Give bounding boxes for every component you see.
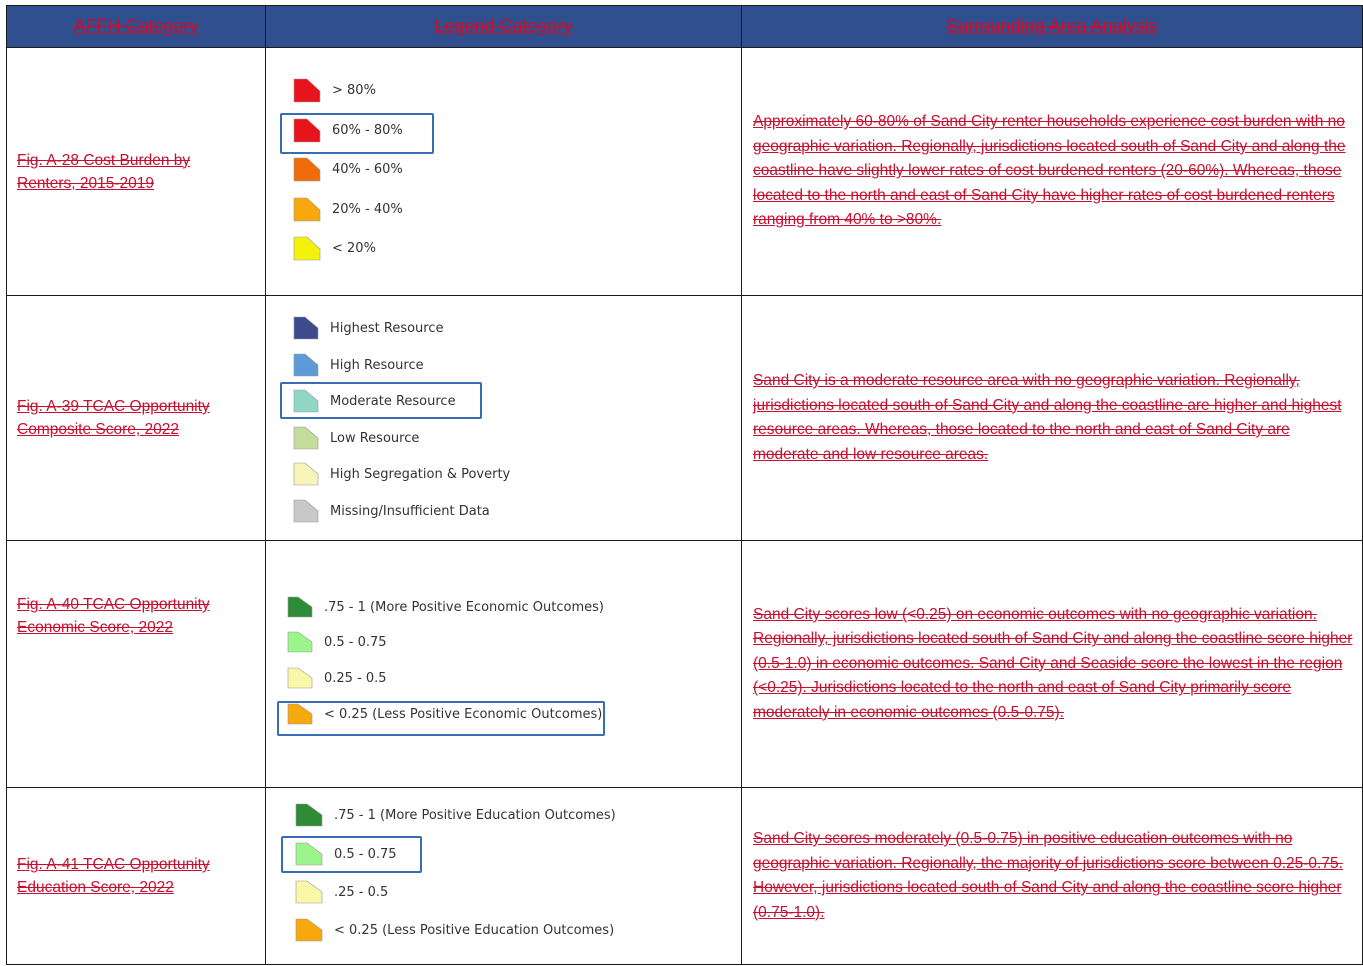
header-affh-category: AFFH Category bbox=[6, 5, 266, 48]
legend-label: Missing/Insufficient Data bbox=[330, 503, 490, 519]
legend-cell: Highest Resource High Resource Moderate … bbox=[265, 295, 742, 541]
legend-swatch-icon bbox=[287, 631, 313, 653]
legend-label: 0.5 - 0.75 bbox=[334, 846, 397, 862]
legend-swatch-icon bbox=[293, 353, 319, 377]
legend-swatch-icon bbox=[295, 880, 323, 904]
figure-link[interactable]: Fig. A-40 TCAC Opportunity Economic Scor… bbox=[17, 593, 242, 639]
analysis-cell: Sand City scores low (<0.25) on economic… bbox=[741, 540, 1363, 788]
legend-swatch-icon bbox=[293, 316, 319, 340]
legend-item: 40% - 60% bbox=[293, 157, 403, 182]
figure-link[interactable]: Fig. A-41 TCAC Opportunity Education Sco… bbox=[17, 853, 242, 899]
legend-label: 0.25 - 0.5 bbox=[324, 670, 387, 686]
legend-label: Low Resource bbox=[330, 430, 420, 446]
legend-label: > 80% bbox=[332, 83, 376, 98]
analysis-cell: Sand City is a moderate resource area wi… bbox=[741, 295, 1363, 541]
legend-swatch-icon bbox=[295, 803, 323, 827]
legend-item: High Resource bbox=[293, 353, 424, 377]
category-cell: Fig. A-40 TCAC Opportunity Economic Scor… bbox=[6, 540, 266, 788]
analysis-text: Sand City scores moderately (0.5-0.75) i… bbox=[753, 830, 1343, 921]
legend-label: 40% - 60% bbox=[332, 162, 403, 177]
analysis-cell: Approximately 60-80% of Sand City renter… bbox=[741, 47, 1363, 296]
legend-swatch-icon bbox=[287, 667, 313, 689]
legend-swatch-icon bbox=[293, 462, 319, 486]
table-row: Fig. A-41 TCAC Opportunity Education Sco… bbox=[6, 787, 1363, 965]
legend-swatch-icon bbox=[295, 842, 323, 866]
legend-label: .75 - 1 (More Positive Economic Outcomes… bbox=[324, 599, 604, 615]
legend-label: .75 - 1 (More Positive Education Outcome… bbox=[334, 807, 616, 823]
legend-item-highlighted: < 0.25 (Less Positive Economic Outcomes) bbox=[287, 703, 602, 725]
legend-item: High Segregation & Poverty bbox=[293, 462, 510, 486]
analysis-cell: Sand City scores moderately (0.5-0.75) i… bbox=[741, 787, 1363, 965]
category-cell: Fig. A-41 TCAC Opportunity Education Sco… bbox=[6, 787, 266, 965]
legend-item: > 80% bbox=[293, 78, 376, 103]
legend-cell: .75 - 1 (More Positive Economic Outcomes… bbox=[265, 540, 742, 788]
legend-swatch-icon bbox=[293, 78, 321, 103]
legend-label: < 20% bbox=[332, 241, 376, 256]
header-surrounding-area-analysis: Surrounding Area Analysis bbox=[741, 5, 1363, 48]
legend-swatch-icon bbox=[293, 157, 321, 182]
legend-item: 20% - 40% bbox=[293, 197, 403, 222]
legend-swatch-icon bbox=[295, 918, 323, 942]
legend-item: 0.5 - 0.75 bbox=[287, 631, 387, 653]
legend-swatch-icon bbox=[293, 426, 319, 450]
analysis-text: Approximately 60-80% of Sand City renter… bbox=[753, 113, 1346, 229]
legend-swatch-icon bbox=[293, 499, 319, 523]
legend-item: < 0.25 (Less Positive Education Outcomes… bbox=[295, 918, 614, 942]
legend-item: Highest Resource bbox=[293, 316, 444, 340]
legend-swatch-icon bbox=[293, 236, 321, 261]
legend-item: .75 - 1 (More Positive Economic Outcomes… bbox=[287, 596, 604, 618]
legend-cell: .75 - 1 (More Positive Education Outcome… bbox=[265, 787, 742, 965]
figure-link[interactable]: Fig. A-28 Cost Burden by Renters, 2015-2… bbox=[17, 149, 242, 195]
legend-item: Missing/Insufficient Data bbox=[293, 499, 490, 523]
legend-swatch-icon bbox=[293, 389, 319, 413]
legend-label: High Segregation & Poverty bbox=[330, 466, 511, 482]
figure-link[interactable]: Fig. A-39 TCAC Opportunity Composite Sco… bbox=[17, 395, 242, 441]
analysis-text: Sand City scores low (<0.25) on economic… bbox=[753, 605, 1353, 721]
legend-label: 20% - 40% bbox=[332, 202, 403, 217]
affh-table: AFFH Category Legend Category Surroundin… bbox=[6, 5, 1363, 965]
legend-label: .25 - 0.5 bbox=[334, 884, 389, 900]
legend-label: Highest Resource bbox=[330, 320, 444, 336]
legend-label: < 0.25 (Less Positive Economic Outcomes) bbox=[324, 706, 603, 722]
header-row: AFFH Category Legend Category Surroundin… bbox=[6, 5, 1363, 48]
legend-cell: > 80% 60% - 80% 40% - 60% 20% - 40% < 20… bbox=[265, 47, 742, 296]
legend-item-highlighted: 0.5 - 0.75 bbox=[295, 842, 397, 866]
legend-swatch-icon bbox=[287, 596, 313, 618]
legend-item: 0.25 - 0.5 bbox=[287, 667, 387, 689]
legend-item-highlighted: Moderate Resource bbox=[293, 389, 456, 413]
legend-label: < 0.25 (Less Positive Education Outcomes… bbox=[334, 922, 615, 938]
header-legend-category: Legend Category bbox=[265, 5, 742, 48]
legend-item: Low Resource bbox=[293, 426, 419, 450]
analysis-text: Sand City is a moderate resource area wi… bbox=[753, 372, 1342, 463]
category-cell: Fig. A-39 TCAC Opportunity Composite Sco… bbox=[6, 295, 266, 541]
table-row: Fig. A-40 TCAC Opportunity Economic Scor… bbox=[6, 540, 1363, 788]
category-cell: Fig. A-28 Cost Burden by Renters, 2015-2… bbox=[6, 47, 266, 296]
legend-label: 0.5 - 0.75 bbox=[324, 634, 387, 650]
legend-swatch-icon bbox=[287, 703, 313, 725]
legend-label: Moderate Resource bbox=[330, 393, 456, 409]
legend-item: .25 - 0.5 bbox=[295, 880, 388, 904]
legend-label: High Resource bbox=[330, 357, 424, 373]
legend-swatch-icon bbox=[293, 197, 321, 222]
legend-item-highlighted: 60% - 80% bbox=[293, 118, 403, 143]
legend-item: < 20% bbox=[293, 236, 376, 261]
table-row: Fig. A-28 Cost Burden by Renters, 2015-2… bbox=[6, 47, 1363, 296]
table-row: Fig. A-39 TCAC Opportunity Composite Sco… bbox=[6, 295, 1363, 541]
legend-label: 60% - 80% bbox=[332, 123, 403, 138]
legend-item: .75 - 1 (More Positive Education Outcome… bbox=[295, 803, 616, 827]
legend-swatch-icon bbox=[293, 118, 321, 143]
